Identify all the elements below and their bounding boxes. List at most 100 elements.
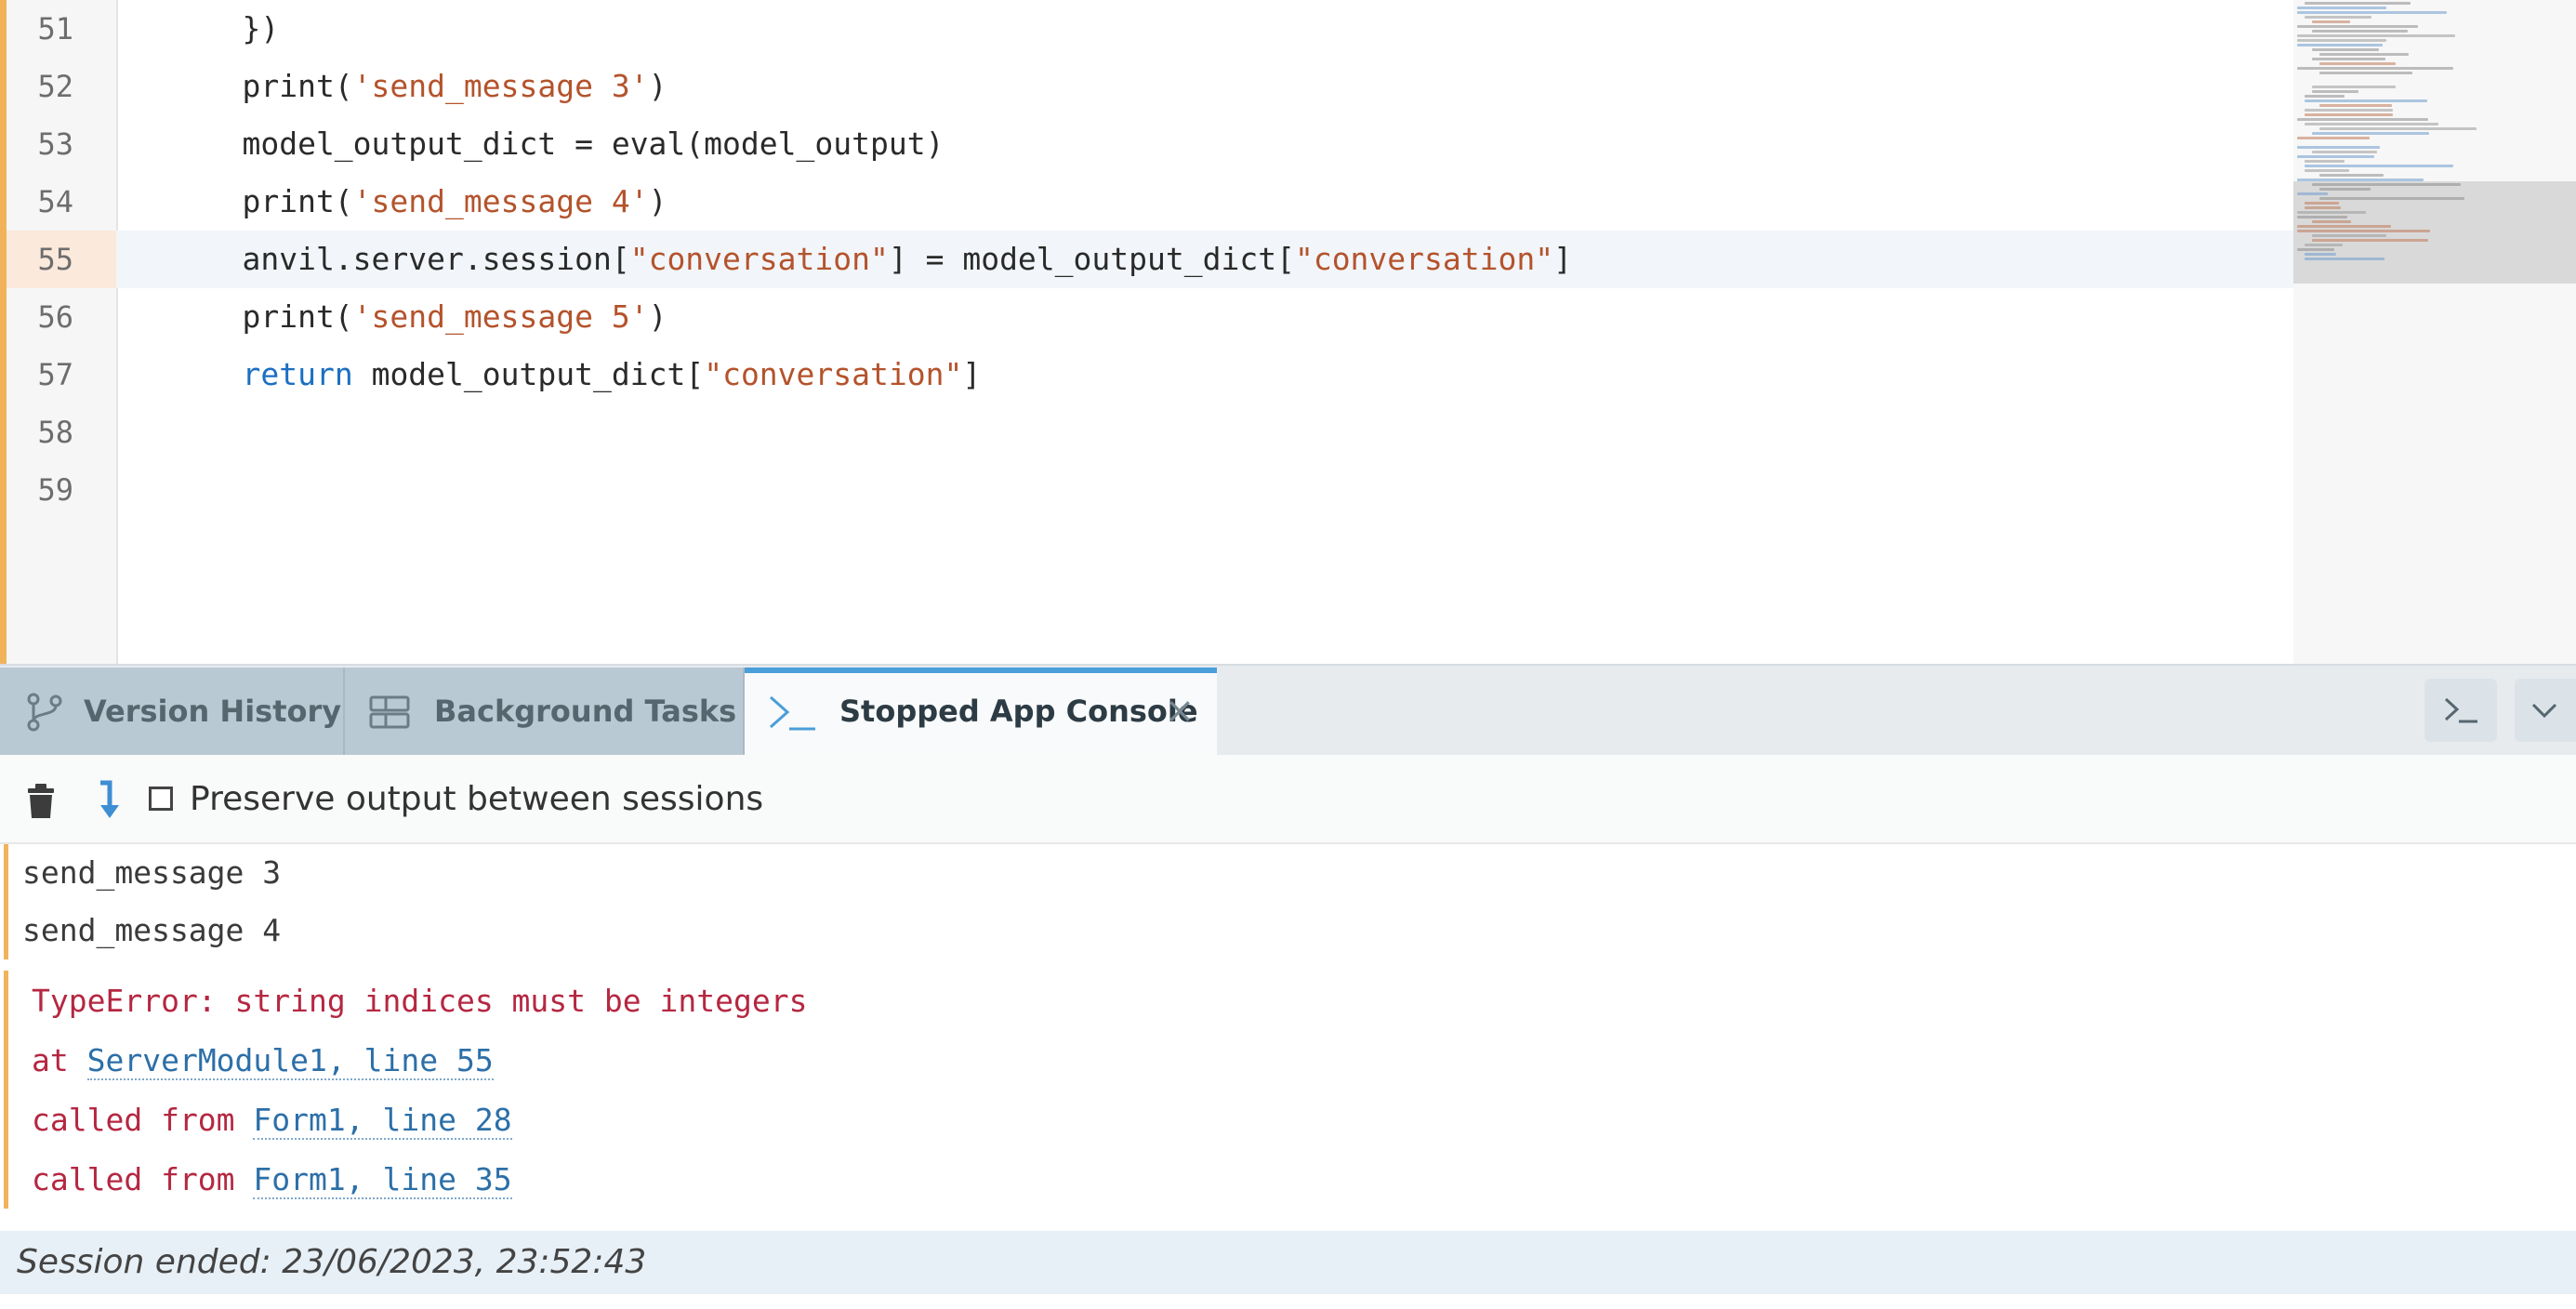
collapse-panel-button[interactable] [2515,679,2576,742]
code-text: }) [168,0,279,58]
traceback-line: at ServerModule1, line 55 [0,1032,494,1090]
chevron-down-icon [2531,703,2557,719]
minimap-line [2319,188,2371,191]
line-number: 52 [37,69,73,104]
line-number: 53 [37,126,73,162]
minimap-line [2297,137,2370,139]
line-number: 57 [37,357,73,392]
minimap-line [2297,230,2430,232]
code-token: model_output_dict = eval(model_output) [168,126,945,162]
minimap-line [2297,118,2428,121]
code-token: model_output_dict[ [352,356,705,392]
line-number: 58 [37,415,73,450]
minimap-line [2319,197,2464,200]
line-number: 55 [37,242,73,277]
preserve-output-checkbox[interactable] [149,787,173,811]
minimap-line [2305,206,2341,209]
minimap-line [2305,165,2453,167]
code-minimap[interactable] [2293,0,2576,664]
minimap-line [2305,123,2438,126]
minimap-line [2305,244,2343,246]
line-number-cell: 56 [7,288,116,346]
minimap-line [2297,44,2383,46]
line-number-cell: 52 [7,58,116,115]
code-token: ) [648,298,667,335]
code-token: print( [168,183,353,219]
traceback-link-form1-35[interactable]: Form1, line 35 [253,1161,512,1199]
minimap-line [2319,72,2412,74]
traceback-line: called from Form1, line 28 [0,1091,512,1149]
minimap-line [2305,253,2336,256]
close-tab-icon[interactable]: × [1161,690,1198,731]
traceback-link-form1-28[interactable]: Form1, line 28 [253,1102,512,1140]
tab-version-history[interactable]: Version History [0,668,345,755]
code-token: ) [648,183,667,219]
minimap-line [2319,104,2392,107]
minimap-line [2297,39,2386,42]
code-token: anvil.server.session[ [168,241,630,277]
minimap-line [2297,25,2418,28]
code-token: ] [962,356,982,392]
minimap-line [2305,16,2371,19]
code-text: model_output_dict = eval(model_output) [168,115,944,173]
line-number-cell: 59 [7,461,116,519]
code-line[interactable]: 58 [7,403,2293,461]
code-line[interactable]: 57 return model_output_dict["conversatio… [7,346,2293,403]
minimap-line [2305,95,2345,98]
terminal-prompt-icon [770,695,815,731]
code-line[interactable]: 55 anvil.server.session["conversation"] … [7,231,2293,288]
code-token: }) [168,10,280,46]
string-literal: "conversation" [1294,241,1554,277]
code-line[interactable]: 52 print('send_message 3') [7,58,2293,115]
minimap-line [2312,86,2396,88]
code-line[interactable]: 53 model_output_dict = eval(model_output… [7,115,2293,173]
minimap-line [2305,113,2393,116]
error-message: TypeError: string indices must be intege… [32,983,808,1019]
code-text: print('send_message 5') [168,288,667,346]
preserve-output-label[interactable]: Preserve output between sessions [190,755,763,844]
minimap-line [2305,99,2427,102]
traceback-link-servermodule1[interactable]: ServerModule1, line 55 [86,1042,494,1080]
minimap-line [2312,20,2350,23]
terminal-icon [2444,697,2477,723]
minimap-line [2312,183,2461,186]
code-editor[interactable]: 51 }) 52 print('send_message 3') 53 model_… [0,0,2576,664]
minimap-line [2305,109,2393,112]
line-number-cell: 57 [7,346,116,403]
code-text: print('send_message 4') [168,173,667,231]
code-text: anvil.server.session["conversation"] = m… [168,231,1572,288]
minimap-line [2319,62,2396,65]
minimap-line [2305,202,2339,205]
code-line[interactable]: 51 }) [7,0,2293,58]
minimap-line [2312,151,2377,153]
tab-background-tasks[interactable]: Background Tasks [345,668,745,755]
tab-stopped-app-console[interactable]: Stopped App Console × [745,668,1217,755]
line-number: 56 [37,299,73,335]
scroll-down-arrow-icon[interactable] [97,779,125,820]
minimap-line [2297,155,2374,158]
minimap-line [2319,127,2477,130]
traceback-line: called from Form1, line 35 [0,1151,512,1209]
code-text: return model_output_dict["conversation"] [168,346,981,403]
trash-icon[interactable] [24,783,58,820]
code-token: print( [168,68,353,104]
git-branch-icon [27,693,62,732]
line-number: 51 [37,11,73,46]
minimap-line [2297,192,2328,195]
code-line[interactable]: 54 print('send_message 4') [7,173,2293,231]
minimap-line [2305,169,2349,172]
string-literal: "conversation" [704,356,963,392]
code-line[interactable]: 56 print('send_message 5') [7,288,2293,346]
string-literal: 'send_message 3' [352,68,649,104]
code-line[interactable]: 59 [7,461,2293,519]
keyword: return [242,356,353,392]
minimap-line [2297,11,2447,14]
minimap-line [2312,239,2428,242]
open-console-button[interactable] [2424,679,2497,742]
line-number-cell: 54 [7,173,116,231]
string-literal: "conversation" [629,241,889,277]
code-token: ] [1553,241,1572,277]
string-literal: 'send_message 5' [352,298,649,335]
minimap-line [2319,174,2384,177]
